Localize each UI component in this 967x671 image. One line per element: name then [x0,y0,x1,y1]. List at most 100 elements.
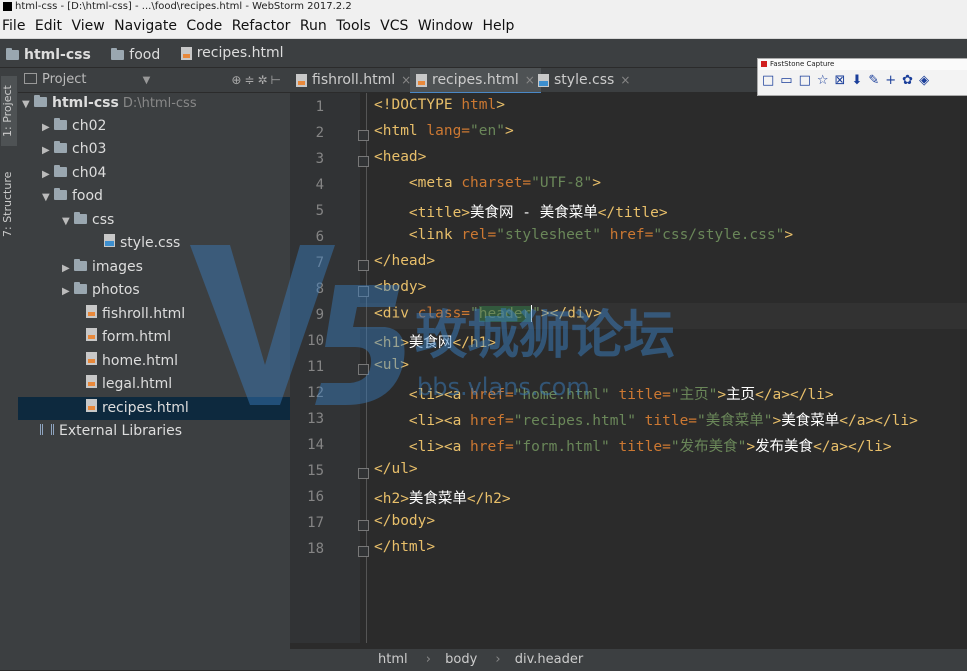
fold-marker[interactable] [358,130,369,141]
tree-item-ch04[interactable]: ▶ ch04 [18,162,314,185]
crosshair-icon[interactable]: + [885,73,902,88]
html-file-icon [86,399,97,412]
fold-marker[interactable] [358,520,369,531]
folder-icon [54,165,67,177]
menu-navigate[interactable]: Navigate [114,18,177,34]
folder-icon [74,212,87,224]
html-file-icon [296,73,307,87]
project-view-selector[interactable]: Project [42,72,86,87]
menu-edit[interactable]: Edit [35,18,62,34]
fold-marker[interactable] [358,286,369,297]
window-title: html-css - [D:\html-css] - ...\food\reci… [15,1,352,12]
menu-window[interactable]: Window [418,18,473,34]
capture-rect-icon[interactable]: □ [799,73,817,88]
line-number: 18 [307,541,324,557]
tab-fishroll-html[interactable]: fishroll.html × [296,68,411,92]
code-line-12: <li><a href="home.html" title="主页">主页</a… [408,387,834,403]
close-icon[interactable]: × [525,68,535,92]
code-line-9: <div class="header"></div> [374,305,603,322]
chevron-right-icon: ▶ [62,286,70,297]
code-line-14: <li><a href="form.html" title="发布美食">发布美… [408,439,892,455]
tree-item-ch02[interactable]: ▶ ch02 [18,115,314,138]
code-line-5: <title>美食网 - 美食菜单</title> [408,205,668,221]
menu-file[interactable]: File [2,18,25,34]
palette-icon[interactable]: ✿ [902,73,919,88]
code-line-18: </html> [374,539,436,555]
fold-marker[interactable] [358,364,369,375]
project-tool-tab[interactable]: 1: Project [1,76,17,146]
folder-icon [54,141,67,153]
code-line-13: <li><a href="recipes.html" title="美食菜单">… [408,413,918,429]
chevron-down-icon: ▼ [42,192,50,203]
collapse-icon[interactable]: ≑ [244,73,257,87]
code-line-4: <meta charset="UTF-8"> [408,175,601,191]
gear-icon[interactable]: ✲ [257,73,270,87]
menu-vcs[interactable]: VCS [380,18,408,34]
code-line-1: <!DOCTYPE html> [374,97,505,113]
line-number: 7 [315,255,324,271]
html-file-icon [86,305,97,318]
color-picker-icon[interactable]: ✎ [868,73,885,88]
menu-view[interactable]: View [71,18,104,34]
tree-item-images[interactable]: ▶ images [18,256,334,279]
capture-fullscreen-icon[interactable]: ⊠ [835,73,852,88]
chevron-right-icon: ▶ [42,145,50,156]
capture-window-icon[interactable]: □ [762,73,780,88]
line-number: 14 [307,437,324,453]
close-icon[interactable]: × [620,68,630,92]
webstorm-icon [3,2,12,11]
breadcrumb-body[interactable]: body [445,652,477,667]
folder-icon [6,47,19,60]
html-file-icon [180,46,192,60]
css-file-icon [104,234,115,247]
hide-icon[interactable]: ⊢ [271,73,284,87]
structure-tool-tab[interactable]: 7: Structure [1,164,17,244]
menu-code[interactable]: Code [186,18,222,34]
breadcrumb-file[interactable]: recipes.html [180,39,283,67]
fold-marker[interactable] [358,546,369,557]
menu-run[interactable]: Run [300,18,327,34]
capture-object-icon[interactable]: ▭ [780,73,798,88]
breadcrumb-html[interactable]: html [378,652,408,667]
tree-item-external-libraries[interactable]: External Libraries [18,420,312,443]
chevron-down-icon: ▼ [62,216,70,227]
fold-marker[interactable] [358,260,369,271]
chevron-right-icon: ▶ [42,169,50,180]
line-number: 12 [307,385,324,401]
code-line-15: </ul> [374,461,418,477]
code-line-3: <head> [374,149,427,165]
fold-marker[interactable] [358,156,369,167]
menu-help[interactable]: Help [483,18,515,34]
tree-item-food[interactable]: ▼ food [18,185,314,208]
tree-item-photos[interactable]: ▶ photos [18,279,334,302]
chevron-right-icon: ▶ [42,122,50,133]
line-number: 5 [315,203,324,219]
chevron-down-icon[interactable]: ▼ [143,75,151,86]
capture-scroll-icon[interactable]: ⬇ [851,73,868,88]
folder-icon [34,95,47,107]
tab-recipes-html[interactable]: recipes.html × [410,68,541,94]
fold-marker[interactable] [358,468,369,479]
line-number: 9 [315,307,324,323]
breadcrumb-folder[interactable]: food [111,41,160,69]
tree-root[interactable]: ▼ html-css D:\html-css [18,92,294,115]
breadcrumb-root[interactable]: html-css [6,41,91,69]
capture-freehand-icon[interactable]: ☆ [817,73,835,88]
menu-tools[interactable]: Tools [336,18,371,34]
code-line-7: </head> [374,253,436,269]
folder-icon [54,188,67,200]
css-file-icon [538,73,549,87]
settings-icon[interactable]: ◈ [919,73,935,88]
tree-item-css[interactable]: ▼ css [18,209,334,232]
tab-style-css[interactable]: style.css × [538,68,630,92]
tree-item-ch03[interactable]: ▶ ch03 [18,138,314,161]
code-line-17: </body> [374,513,436,529]
menu-refactor[interactable]: Refactor [232,18,291,34]
faststone-title: FastStone Capture [758,59,967,70]
breadcrumb-div-header[interactable]: div.header [515,652,583,667]
code-line-2: <html lang="en"> [374,123,514,139]
locate-icon[interactable]: ⊕ [231,73,244,87]
folder-icon [74,282,87,294]
code-line-8: <body> [374,279,427,295]
folder-icon [74,259,87,271]
